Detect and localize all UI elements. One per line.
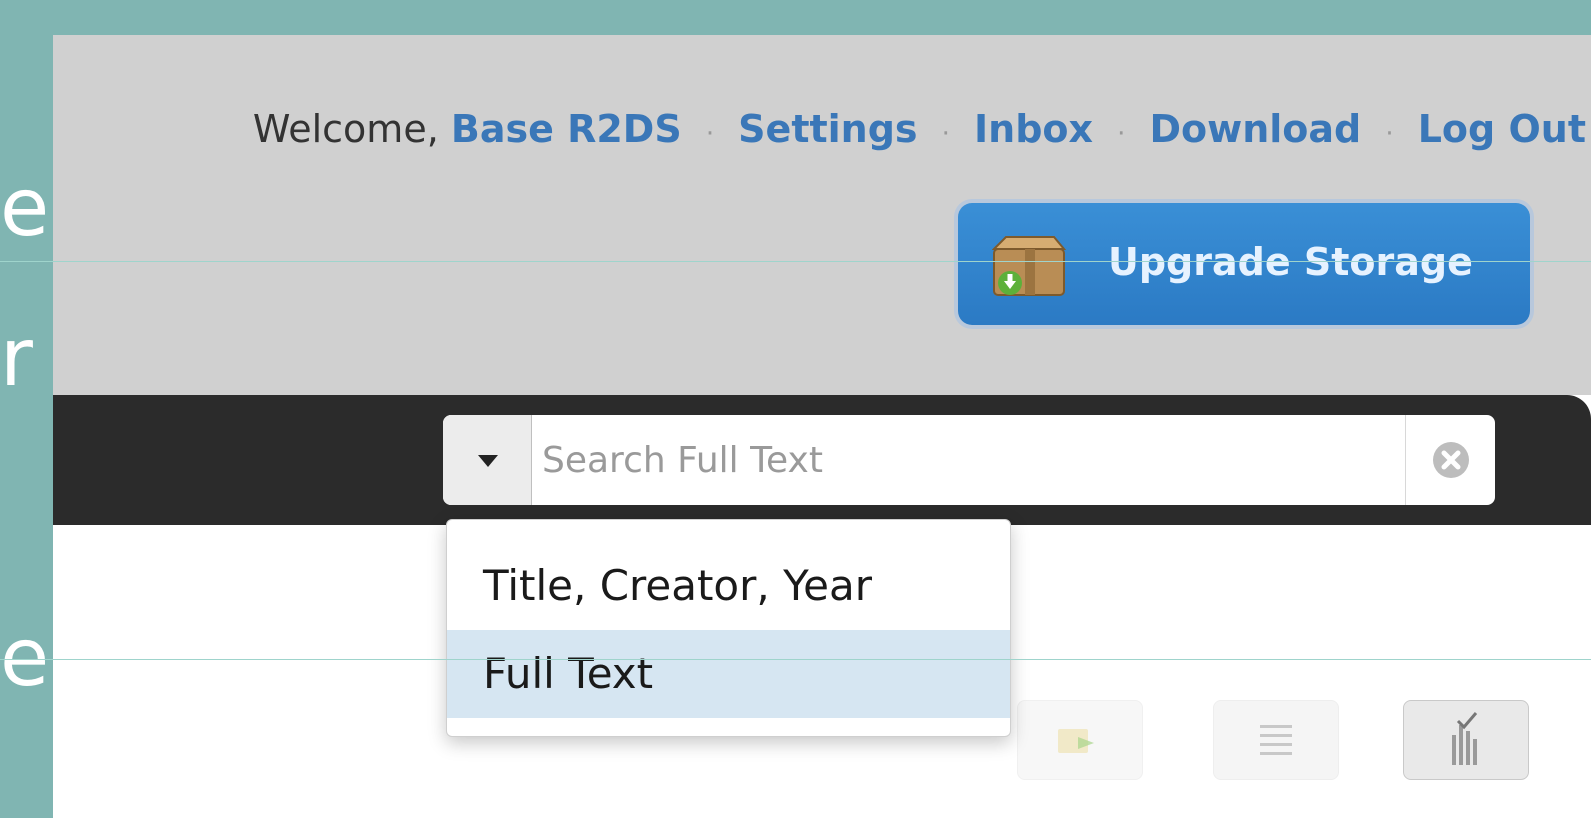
inbox-link[interactable]: Inbox: [974, 107, 1093, 151]
settings-link[interactable]: Settings: [738, 107, 917, 151]
slide-guide-line: [0, 261, 1591, 262]
profile-link[interactable]: Base R2DS: [451, 107, 682, 151]
search-type-dropdown-button[interactable]: [443, 415, 532, 505]
nav-separator: ·: [1117, 119, 1126, 149]
add-to-collection-button[interactable]: [1017, 700, 1143, 780]
upgrade-storage-button[interactable]: Upgrade Storage: [958, 203, 1530, 325]
slide-guide-line: [0, 659, 1591, 660]
nav-separator: ·: [1385, 119, 1394, 149]
welcome-text: Welcome,: [252, 107, 439, 151]
nav-separator: ·: [941, 119, 950, 149]
storage-box-icon: [992, 236, 1067, 296]
clear-search-button[interactable]: [1405, 415, 1495, 505]
nav-separator: ·: [705, 119, 715, 149]
slide-text-fragment: r: [0, 311, 33, 404]
column-chart-icon: [1452, 712, 1478, 765]
slide-text-fragment: e: [0, 161, 50, 254]
clear-circle-icon: [1433, 442, 1469, 478]
upgrade-storage-label: Upgrade Storage: [1108, 240, 1473, 284]
slide-text-fragment: e,: [0, 611, 53, 704]
list-view-icon: [1260, 725, 1292, 755]
search-toolbar: [53, 395, 1591, 525]
menu-item-title-creator-year[interactable]: Title, Creator, Year: [447, 542, 1010, 630]
slide-background-fragment: e r e,: [0, 0, 53, 818]
list-view-button[interactable]: [1213, 700, 1339, 780]
site-header: Welcome, Base R2DS · Settings · Inbox · …: [53, 35, 1591, 395]
logout-link[interactable]: Log Out: [1418, 107, 1586, 151]
search-input[interactable]: [532, 415, 1402, 505]
download-link[interactable]: Download: [1149, 107, 1361, 151]
search-box: [443, 415, 1495, 505]
add-to-collection-icon: [1058, 729, 1094, 753]
caret-down-icon: [478, 455, 498, 467]
menu-item-full-text[interactable]: Full Text: [447, 630, 1010, 718]
user-nav: Welcome, Base R2DS · Settings · Inbox · …: [253, 110, 1586, 148]
search-type-menu: Title, Creator, Year Full Text: [446, 519, 1011, 737]
zotero-web-app: Welcome, Base R2DS · Settings · Inbox · …: [53, 35, 1591, 818]
column-chart-button[interactable]: [1403, 700, 1529, 780]
